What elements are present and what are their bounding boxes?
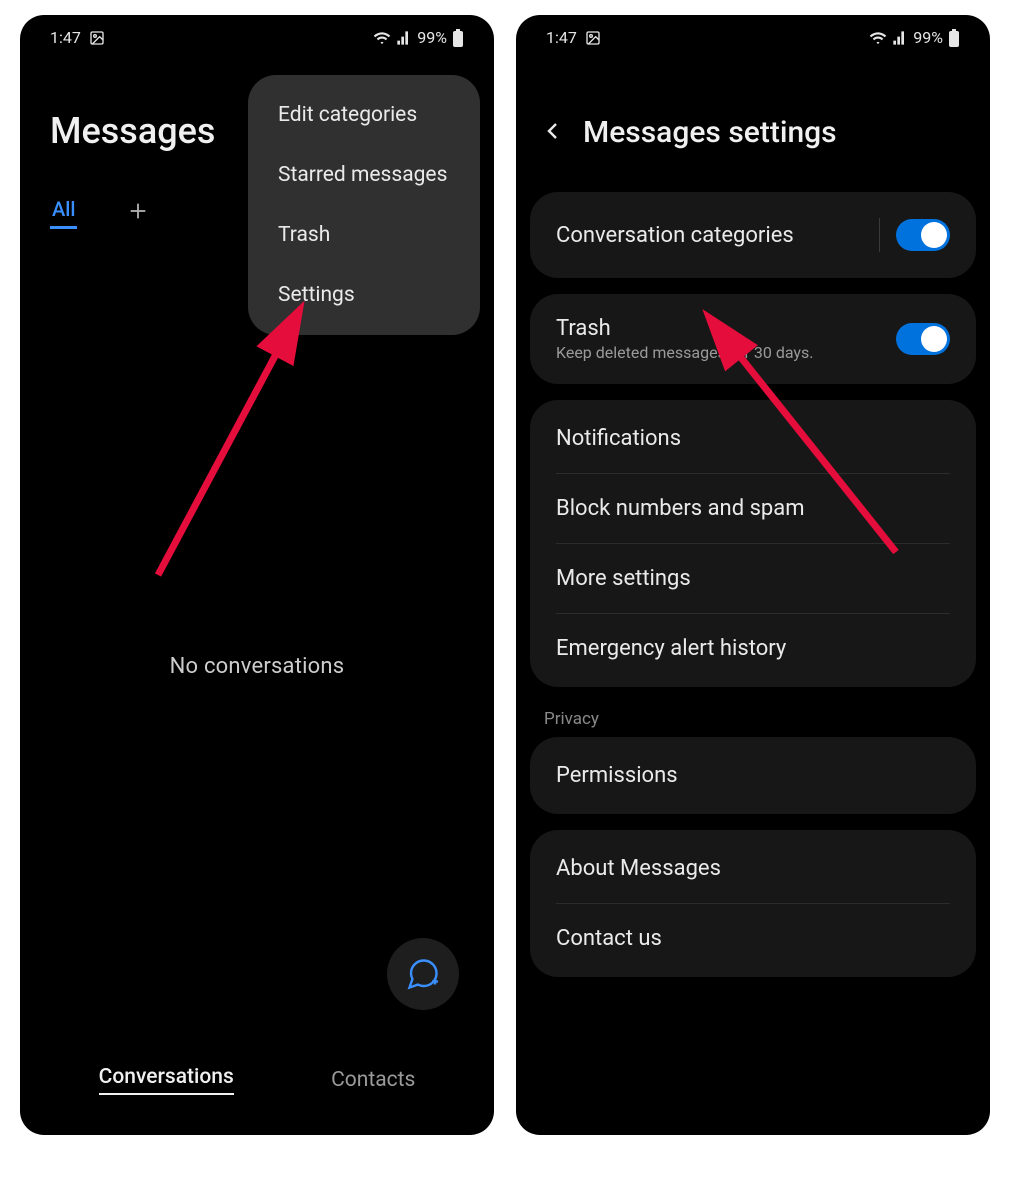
row-label: More settings <box>556 566 691 591</box>
screenshot-icon <box>89 30 105 46</box>
back-button[interactable] <box>541 119 565 147</box>
row-label: Trash <box>556 316 813 341</box>
nav-contacts[interactable]: Contacts <box>331 1068 415 1092</box>
row-label: Permissions <box>556 763 678 788</box>
new-conversation-fab[interactable] <box>387 938 459 1010</box>
status-time: 1:47 <box>546 28 577 47</box>
row-subtitle: Keep deleted messages for 30 days. <box>556 343 813 362</box>
overflow-menu: Edit categories Starred messages Trash S… <box>248 75 480 335</box>
toggle-trash[interactable] <box>896 323 950 355</box>
plus-icon <box>127 200 149 222</box>
card-about: About Messages Contact us <box>530 830 976 977</box>
menu-trash[interactable]: Trash <box>248 205 480 265</box>
status-time: 1:47 <box>50 28 81 47</box>
battery-text: 99% <box>417 28 447 47</box>
menu-starred-messages[interactable]: Starred messages <box>248 145 480 205</box>
section-header-privacy: Privacy <box>516 703 990 729</box>
row-more-settings[interactable]: More settings <box>530 544 976 613</box>
page-title: Messages settings <box>583 115 837 150</box>
toggle-conversation-categories[interactable] <box>896 219 950 251</box>
status-bar: 1:47 99% <box>516 15 990 60</box>
battery-icon <box>948 29 960 47</box>
card-conv-categories: Conversation categories <box>530 192 976 278</box>
row-conversation-categories[interactable]: Conversation categories <box>530 196 976 274</box>
row-permissions[interactable]: Permissions <box>530 741 976 810</box>
row-trash[interactable]: Trash Keep deleted messages for 30 days. <box>530 298 976 380</box>
row-label: Notifications <box>556 426 681 451</box>
battery-text: 99% <box>913 28 943 47</box>
card-trash: Trash Keep deleted messages for 30 days. <box>530 294 976 384</box>
signal-icon <box>892 30 908 46</box>
bottom-nav: Conversations Contacts <box>20 1045 494 1115</box>
row-block-spam[interactable]: Block numbers and spam <box>530 474 976 543</box>
row-label: Contact us <box>556 926 662 951</box>
screenshot-icon <box>585 30 601 46</box>
row-contact-us[interactable]: Contact us <box>530 904 976 973</box>
row-label: About Messages <box>556 856 721 881</box>
phone-left-screenshot: 1:47 99% Messages All <box>20 15 494 1135</box>
vertical-separator <box>879 218 880 252</box>
nav-conversations[interactable]: Conversations <box>99 1065 234 1095</box>
row-label: Emergency alert history <box>556 636 786 661</box>
chat-add-icon <box>405 956 441 992</box>
tab-all[interactable]: All <box>50 197 77 229</box>
annotation-arrow-left <box>138 295 318 585</box>
wifi-icon <box>373 29 391 47</box>
card-general: Notifications Block numbers and spam Mor… <box>530 400 976 687</box>
menu-settings[interactable]: Settings <box>248 265 480 325</box>
signal-icon <box>396 30 412 46</box>
row-emergency-alert[interactable]: Emergency alert history <box>530 614 976 683</box>
row-label: Conversation categories <box>556 223 794 248</box>
chevron-left-icon <box>541 119 565 143</box>
phone-right-screenshot: 1:47 99% Messag <box>516 15 990 1135</box>
row-about-messages[interactable]: About Messages <box>530 834 976 903</box>
card-privacy: Permissions <box>530 737 976 814</box>
status-bar: 1:47 99% <box>20 15 494 60</box>
settings-header: Messages settings <box>516 60 990 150</box>
menu-edit-categories[interactable]: Edit categories <box>248 85 480 145</box>
row-label: Block numbers and spam <box>556 496 805 521</box>
wifi-icon <box>869 29 887 47</box>
row-notifications[interactable]: Notifications <box>530 404 976 473</box>
empty-state-text: No conversations <box>20 654 494 679</box>
battery-icon <box>452 29 464 47</box>
add-category-button[interactable] <box>127 200 149 226</box>
